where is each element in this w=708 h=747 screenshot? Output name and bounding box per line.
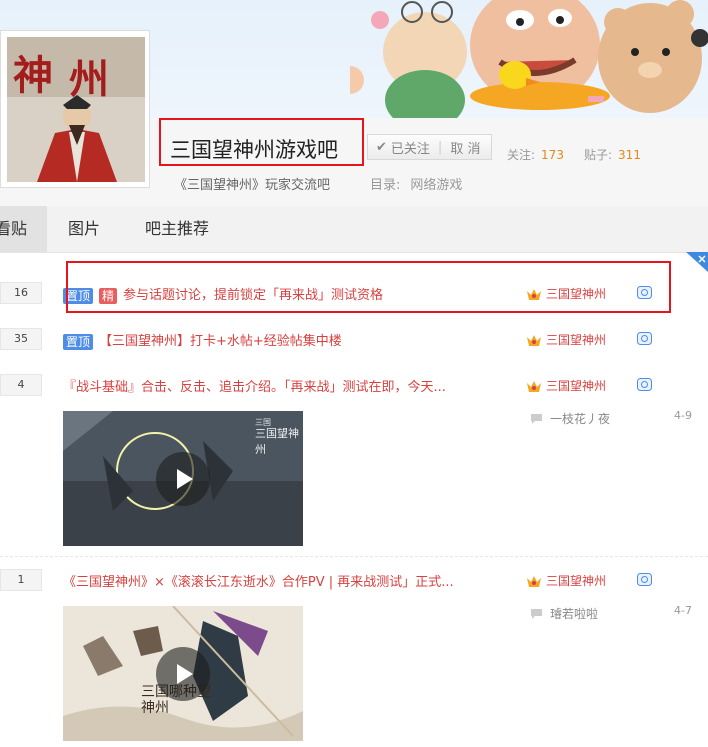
tab-threads-label: 看贴: [0, 219, 27, 238]
tab-threads[interactable]: 看贴: [0, 206, 47, 252]
follow-separator: |: [437, 139, 443, 155]
forum-avatar-image: 神 州: [7, 37, 145, 182]
comment-icon: [531, 608, 542, 619]
play-icon: [177, 469, 193, 489]
thread-title[interactable]: 『战斗基础』合击、反击、追击介绍。「再来战」测试在即，今天...: [63, 376, 446, 395]
thread-author-name: 三国望神州: [546, 379, 607, 393]
category-link[interactable]: 网络游戏: [410, 178, 462, 193]
moderator-crown-icon: [527, 380, 541, 392]
thread-author[interactable]: 三国望神州: [526, 377, 606, 394]
forum-avatar[interactable]: 神 州: [0, 30, 150, 188]
play-button[interactable]: [156, 452, 210, 506]
forum-slogan: 《三国望神州》玩家交流吧: [174, 178, 331, 193]
thread-author-name: 三国望神州: [546, 333, 607, 347]
followers-count: 173: [541, 148, 564, 162]
thread-author[interactable]: 三国望神州: [526, 572, 606, 589]
vip-badge-icon: [637, 573, 652, 586]
follow-toggle-button[interactable]: ✔ 已关注 | 取 消: [367, 134, 492, 160]
svg-text:神: 神: [13, 52, 53, 99]
pinned-tag: 置顶: [63, 333, 94, 350]
posts-count: 311: [618, 148, 641, 162]
followers-label: 关注:: [507, 148, 536, 162]
followers-stat: 关注: 173: [507, 146, 564, 163]
posts-stat: 贴子: 311: [584, 146, 641, 163]
play-icon: [177, 664, 193, 684]
reply-count: 16: [0, 282, 42, 304]
moderator-crown-icon: [527, 575, 541, 587]
play-button[interactable]: [156, 647, 210, 701]
moderator-crown-icon: [527, 334, 541, 346]
banner-illustration: [350, 0, 708, 118]
checkmark-icon: ✔: [376, 139, 387, 155]
tab-images[interactable]: 图片: [68, 206, 100, 252]
forum-category: 目录: 网络游戏: [370, 174, 462, 193]
thread-author-name: 三国望神州: [546, 574, 607, 588]
thread-title[interactable]: 《三国望神州》×《滚滚长江东逝水》合作PV | 再来战测试」正式...: [63, 571, 454, 590]
forum-tab-bar: 看贴 图片 吧主推荐: [0, 206, 708, 253]
video-logo: 三国望神州: [255, 427, 299, 456]
forum-avatar-art: 神 州: [7, 37, 145, 182]
last-reply-date: 4-9: [674, 409, 692, 422]
last-reply-user-name: 璿若啦啦: [550, 607, 599, 621]
thread-highlight-box: [66, 261, 671, 313]
reply-count: 1: [0, 569, 42, 591]
last-reply-date: 4-7: [674, 604, 692, 617]
close-icon: [698, 255, 706, 263]
reply-count: 4: [0, 374, 42, 396]
thread-title-text[interactable]: 【三国望神州】打卡+水帖+经验帖集中楼: [99, 334, 342, 349]
last-reply-user[interactable]: 璿若啦啦: [531, 605, 598, 622]
last-reply-user-name: 一枝花丿夜: [550, 412, 611, 426]
vip-badge-icon: [637, 332, 652, 345]
posts-label: 贴子:: [584, 148, 613, 162]
thread-divider: [0, 556, 708, 557]
category-label: 目录:: [370, 178, 401, 193]
vip-badge-icon: [637, 378, 652, 391]
forum-title-highlight-box: [159, 118, 364, 166]
last-reply-user[interactable]: 一枝花丿夜: [531, 410, 610, 427]
unfollow-button[interactable]: 取 消: [450, 138, 480, 157]
video-thumbnail[interactable]: 三国哪种望神州: [63, 606, 303, 741]
thread-author[interactable]: 三国望神州: [526, 331, 606, 348]
reply-count: 35: [0, 328, 42, 350]
comment-icon: [531, 413, 542, 424]
svg-text:州: 州: [69, 56, 109, 103]
follow-label: 已关注: [390, 141, 430, 157]
tab-moderator-picks[interactable]: 吧主推荐: [145, 206, 209, 252]
thread-title[interactable]: 置顶 【三国望神州】打卡+水帖+经验帖集中楼: [63, 330, 342, 350]
video-thumbnail[interactable]: 三国 三国望神州: [63, 411, 303, 546]
